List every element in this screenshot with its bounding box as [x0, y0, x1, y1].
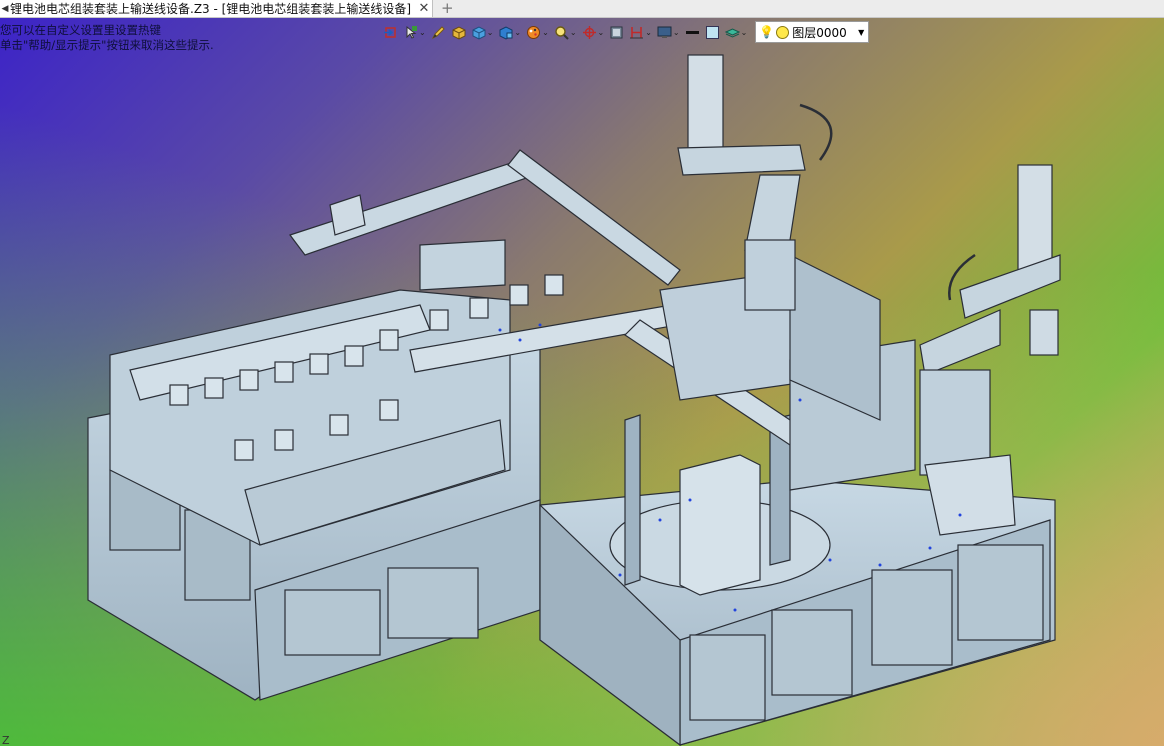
cabinet-door	[871, 569, 953, 666]
fixture-block	[379, 399, 399, 421]
tab-scroll-left-icon[interactable]: ◀	[0, 4, 10, 14]
sketch-button[interactable]	[431, 25, 446, 40]
chevron-down-icon: ⌄	[514, 27, 522, 37]
axis-indicator-label: Z	[2, 734, 10, 747]
constraint-icon	[629, 25, 644, 40]
document-tab-bar: ◀ 锂电池电芯组装套装上输送线设备.Z3 - [锂电池电芯组装套装上输送线设备]…	[0, 0, 1164, 18]
line-color-button[interactable]	[685, 25, 700, 40]
cabinet-door	[689, 634, 766, 721]
scara-column	[687, 54, 724, 156]
fixture-block	[239, 369, 259, 391]
section-icon	[609, 25, 624, 40]
upper-frame	[419, 239, 506, 291]
chevron-down-icon: ⌄	[645, 27, 652, 37]
chevron-down-icon: ⌄	[486, 27, 494, 37]
monitor-button[interactable]: ⌄	[657, 25, 680, 40]
line-color-icon	[685, 25, 700, 40]
zoom-button[interactable]: ⌄	[554, 25, 577, 40]
pick-filter-button[interactable]: ⌄	[403, 25, 426, 40]
chevron-down-icon: ▼	[858, 27, 865, 37]
shade-icon	[451, 25, 466, 40]
rotate-button[interactable]: ⌄	[582, 25, 605, 40]
fixture-block	[204, 377, 224, 399]
fixture-block	[469, 297, 489, 319]
fill-color-icon	[705, 25, 720, 40]
cabinet-door	[387, 567, 479, 639]
fixture-block	[544, 274, 564, 296]
pen-icon	[431, 25, 446, 40]
render-style-icon	[526, 25, 541, 40]
document-tab[interactable]: ◀ 锂电池电芯组装套装上输送线设备.Z3 - [锂电池电芯组装套装上输送线设备]…	[0, 0, 433, 17]
tray-frame	[624, 414, 641, 586]
close-icon[interactable]: ✕	[416, 1, 432, 16]
display-mode-icon	[498, 25, 513, 40]
scara-base	[744, 239, 796, 311]
tray-stack	[679, 454, 761, 596]
display-mode-button[interactable]: ⌄	[498, 25, 521, 40]
exit-icon	[383, 25, 398, 40]
render-style-button[interactable]: ⌄	[526, 25, 549, 40]
scara-column	[1017, 164, 1053, 271]
view-cube-button[interactable]: ⌄	[471, 25, 494, 40]
fixture-block	[329, 414, 349, 436]
hint-line-2: 单击"帮助/显示提示"按钮来取消这些提示.	[0, 38, 214, 52]
scara-arm	[677, 144, 806, 176]
constraint-button[interactable]: ⌄	[629, 25, 652, 40]
chevron-down-icon: ⌄	[740, 27, 748, 37]
shade-button[interactable]	[451, 25, 466, 40]
fixture-block	[344, 345, 364, 367]
scara-arm	[744, 174, 801, 251]
chevron-down-icon: ⌄	[542, 27, 549, 37]
layer-color-dot	[776, 25, 790, 39]
cable-hose	[799, 103, 833, 161]
section-button[interactable]	[609, 25, 624, 40]
fixture-block	[169, 384, 189, 406]
fixture-block	[309, 353, 329, 375]
chevron-down-icon: ⌄	[672, 27, 680, 37]
chevron-down-icon: ⌄	[569, 27, 577, 37]
lightbulb-icon: 💡	[759, 25, 775, 39]
hint-line-1: 您可以在自定义设置里设置热键	[0, 23, 161, 37]
output-bin	[924, 454, 1016, 536]
scara-arm	[959, 254, 1061, 319]
layer-name: 图层0000	[792, 25, 847, 40]
chevron-down-icon: ⌄	[597, 27, 605, 37]
fixture-block	[234, 439, 254, 461]
fixture-block	[429, 309, 449, 331]
view-toolbar: ⌄ ⌄ ⌄ ⌄ ⌄ ⌄ ⌄ ⌄ ⌄ 💡 图层0000 ▼	[383, 21, 983, 43]
fill-color-button[interactable]	[705, 25, 720, 40]
fixture-block	[274, 429, 294, 451]
document-tab-title: 锂电池电芯组装套装上输送线设备.Z3 - [锂电池电芯组装套装上输送线设备]	[10, 2, 411, 16]
cabinet-door	[284, 589, 381, 656]
plus-icon[interactable]: +	[441, 0, 454, 17]
fixture-block	[274, 361, 294, 383]
zoom-icon	[554, 25, 569, 40]
cabinet-door	[771, 609, 853, 696]
scara-arm	[919, 309, 1001, 376]
cabinet-door	[957, 544, 1044, 641]
rotate-icon	[582, 25, 597, 40]
view-cube-icon	[471, 25, 486, 40]
gripper	[1029, 309, 1059, 356]
layer-material-button[interactable]: ⌄	[724, 25, 748, 40]
exit-button[interactable]	[383, 25, 398, 40]
machine-3d-model[interactable]	[0, 0, 1164, 746]
gantry-beam	[507, 149, 681, 286]
fixture-block	[509, 284, 529, 306]
fixture-block	[379, 329, 399, 351]
layer-dropdown[interactable]: 💡 图层0000 ▼	[755, 21, 870, 43]
layer-material-icon	[724, 25, 740, 40]
monitor-icon	[657, 25, 672, 40]
chevron-down-icon: ⌄	[419, 27, 426, 37]
pick-filter-icon	[403, 25, 418, 40]
